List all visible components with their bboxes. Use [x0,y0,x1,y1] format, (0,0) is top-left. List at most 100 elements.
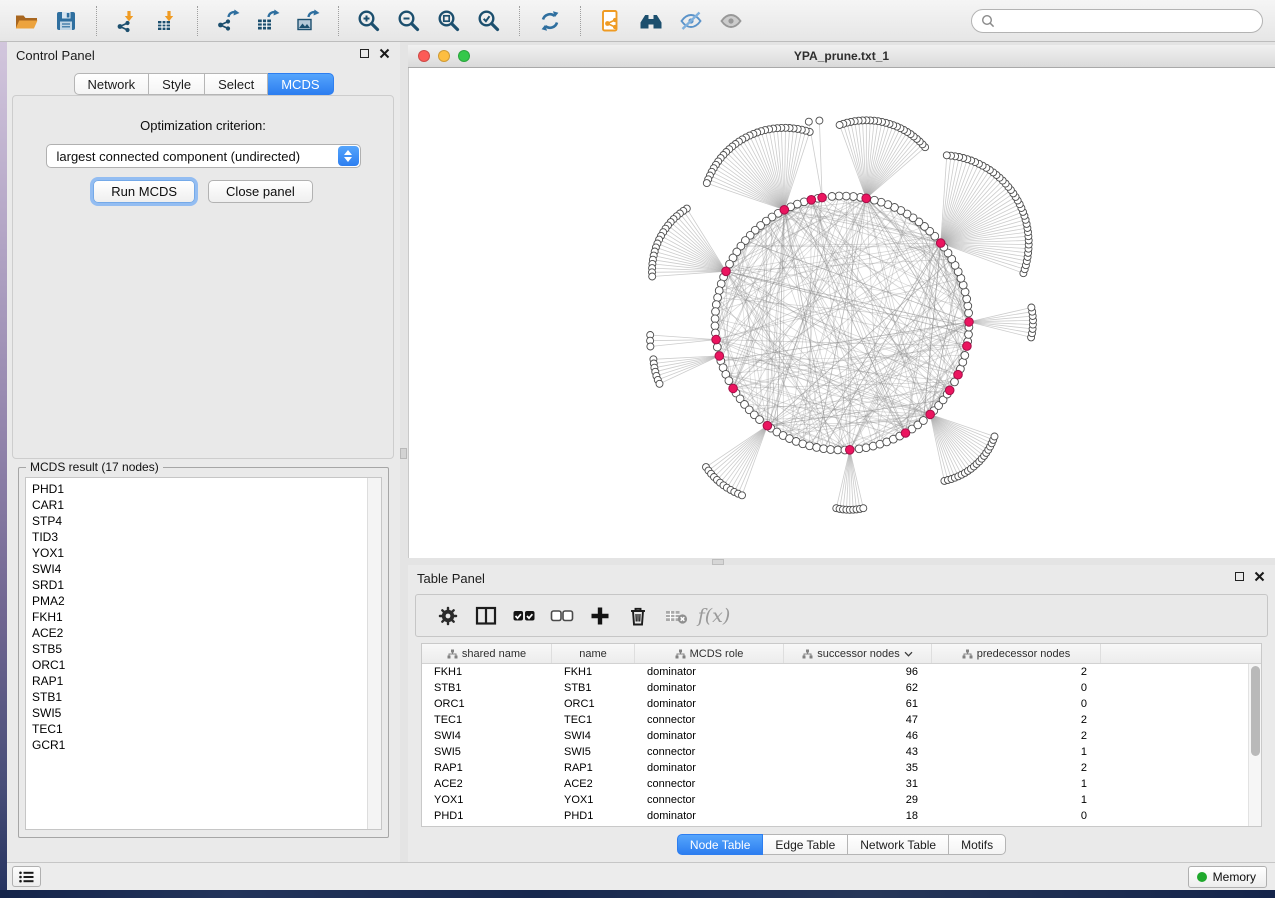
open-file-button[interactable] [6,4,46,38]
zoom-out-button[interactable] [389,4,429,38]
network-node[interactable] [715,287,723,295]
export-table-button[interactable] [248,4,288,38]
tab-network-table[interactable]: Network Table [848,834,949,855]
select-all-button[interactable] [505,599,543,633]
mcds-hub-node[interactable] [936,239,945,248]
network-node[interactable] [711,322,719,330]
mcds-result-item[interactable]: TID3 [26,529,366,545]
network-node[interactable] [813,444,821,452]
table-row[interactable]: ACE2ACE2connector311 [422,776,1248,792]
import-table-button[interactable] [147,4,187,38]
network-leaf-node[interactable] [816,117,823,124]
mcds-hub-node[interactable] [712,335,721,344]
table-scrollbar[interactable] [1248,664,1261,826]
network-leaf-node[interactable] [943,152,950,159]
network-node[interactable] [871,196,879,204]
find-button[interactable] [631,4,671,38]
column-header-name[interactable]: name [552,644,635,663]
mcds-result-item[interactable]: CAR1 [26,497,366,513]
criterion-dropdown[interactable]: largest connected component (undirected) [46,144,361,168]
network-node[interactable] [835,192,843,200]
table-row[interactable]: YOX1YOX1connector291 [422,792,1248,808]
maximize-window-icon[interactable] [458,50,470,62]
vertical-splitter-grip[interactable] [400,448,407,459]
table-row[interactable]: FKH1FKH1dominator962 [422,664,1248,680]
table-row[interactable]: ORC1ORC1dominator610 [422,696,1248,712]
settings-gear-button[interactable] [429,599,467,633]
network-leaf-node[interactable] [860,505,867,512]
mcds-hub-node[interactable] [963,342,972,351]
network-leaf-node[interactable] [836,122,843,129]
network-leaf-node[interactable] [739,492,746,499]
network-node[interactable] [834,446,842,454]
search-input[interactable] [1000,14,1253,28]
tab-select[interactable]: Select [205,73,268,95]
tab-network[interactable]: Network [73,73,149,95]
mcds-result-item[interactable]: STB1 [26,689,366,705]
tab-node-table[interactable]: Node Table [677,834,764,855]
mcds-hub-node[interactable] [954,370,963,379]
network-node[interactable] [850,193,858,201]
network-leaf-node[interactable] [656,380,663,387]
mcds-hub-node[interactable] [846,446,855,455]
mcds-result-item[interactable]: ACE2 [26,625,366,641]
mcds-result-item[interactable]: ORC1 [26,657,366,673]
close-table-panel-icon[interactable] [1254,571,1265,582]
network-node[interactable] [842,192,850,200]
mcds-hub-node[interactable] [729,384,738,393]
import-network-button[interactable] [107,4,147,38]
task-history-button[interactable] [12,866,41,887]
network-node[interactable] [920,417,928,425]
mcds-result-item[interactable]: TEC1 [26,721,366,737]
deselect-all-button[interactable] [543,599,581,633]
column-header-predecessor-nodes[interactable]: predecessor nodes [932,644,1101,663]
table-row[interactable]: PHD1PHD1dominator180 [422,808,1248,824]
column-header-MCDS-role[interactable]: MCDS role [635,644,784,663]
network-node[interactable] [713,343,721,351]
zoom-fit-button[interactable] [429,4,469,38]
network-node[interactable] [963,295,971,303]
network-node[interactable] [827,446,835,454]
float-panel-icon[interactable] [360,49,369,58]
network-leaf-node[interactable] [647,343,654,350]
table-row[interactable]: TEC1TEC1connector472 [422,712,1248,728]
network-leaf-node[interactable] [649,273,656,280]
network-leaf-node[interactable] [805,118,812,125]
delete-button[interactable] [619,599,657,633]
minimize-window-icon[interactable] [438,50,450,62]
network-node[interactable] [725,377,733,385]
mcds-result-item[interactable]: PHD1 [26,481,366,497]
memory-button[interactable]: Memory [1188,866,1267,888]
tab-edge-table[interactable]: Edge Table [763,834,848,855]
mcds-hub-node[interactable] [722,267,731,276]
column-header-shared-name[interactable]: shared name [422,644,552,663]
table-row[interactable]: STB1STB1dominator620 [422,680,1248,696]
network-node[interactable] [756,416,764,424]
table-row[interactable]: SWI4SWI4dominator462 [422,728,1248,744]
mcds-result-item[interactable]: STB5 [26,641,366,657]
network-node[interactable] [711,315,719,323]
mcds-hub-node[interactable] [926,410,935,419]
mcds-result-item[interactable]: SWI4 [26,561,366,577]
run-mcds-button[interactable]: Run MCDS [93,180,195,203]
network-node[interactable] [855,445,863,453]
mcds-hub-node[interactable] [780,206,789,215]
mcds-result-item[interactable]: SRD1 [26,577,366,593]
zoom-selected-button[interactable] [469,4,509,38]
table-scrollbar-thumb[interactable] [1251,666,1260,756]
add-button[interactable] [581,599,619,633]
network-node[interactable] [806,442,814,450]
share-document-button[interactable] [591,4,631,38]
close-window-icon[interactable] [418,50,430,62]
show-columns-button[interactable] [467,599,505,633]
refresh-button[interactable] [530,4,570,38]
network-node[interactable] [828,193,836,201]
float-table-panel-icon[interactable] [1235,572,1244,581]
mcds-result-item[interactable]: YOX1 [26,545,366,561]
network-node[interactable] [961,352,969,360]
mcds-result-item[interactable]: STP4 [26,513,366,529]
mcds-result-item[interactable]: GCR1 [26,737,366,753]
network-node[interactable] [964,302,972,310]
network-leaf-node[interactable] [703,180,710,187]
mcds-hub-node[interactable] [901,429,910,438]
